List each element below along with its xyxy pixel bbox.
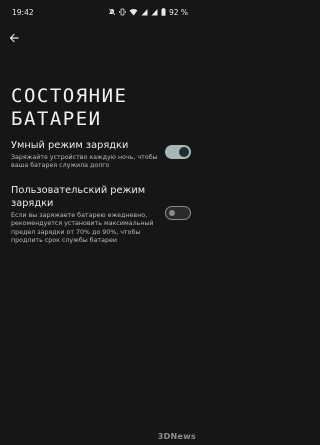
page-title: СОСТОЯНИЕ БАТАРЕИ [11, 85, 191, 131]
custom-charging-setting[interactable]: Пользовательский режим зарядки Если вы з… [11, 184, 196, 245]
mute-icon [108, 8, 116, 16]
signal-icon [151, 9, 158, 16]
wifi-icon [129, 8, 138, 16]
toggle-knob [168, 209, 175, 216]
watermark-logo: 3DNews [157, 432, 196, 441]
arrow-left-icon [9, 33, 19, 43]
setting-title: Пользовательский режим зарядки [11, 185, 146, 209]
status-bar: 19:42 92 % [12, 6, 188, 18]
status-time: 19:42 [12, 7, 34, 17]
setting-description: Заряжайте устройство каждую ночь, чтобы … [11, 154, 158, 170]
battery-percent: 92 % [168, 7, 188, 17]
status-icons: 92 % [108, 8, 188, 17]
signal-icon [141, 9, 148, 16]
setting-title: Умный режим зарядки [11, 140, 129, 151]
back-button[interactable] [7, 31, 21, 45]
vibrate-icon [119, 8, 126, 16]
page-title-line-2: БАТАРЕИ [11, 107, 102, 130]
battery-icon [161, 8, 166, 16]
page-title-line-1: СОСТОЯНИЕ [11, 84, 128, 107]
custom-charging-toggle[interactable] [165, 206, 191, 220]
setting-description: Если вы заряжаете батарею ежедневно, рек… [11, 212, 154, 244]
smart-charging-setting[interactable]: Умный режим зарядки Заряжайте устройство… [11, 139, 196, 171]
toggle-knob [179, 147, 189, 157]
smart-charging-toggle[interactable] [165, 145, 191, 159]
